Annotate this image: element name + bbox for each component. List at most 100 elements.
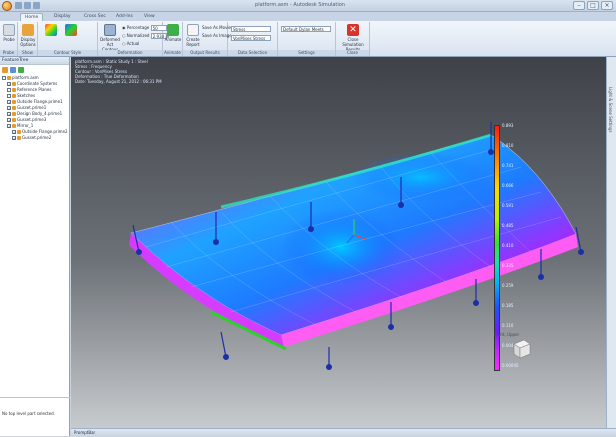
tab-add-ins[interactable]: Add-Ins [112, 13, 137, 21]
normalized-radio[interactable]: ○ Normalized 2.938 in [122, 32, 169, 39]
save-as-movie-button[interactable]: Save As Movie [202, 24, 231, 31]
tree-checkbox[interactable]: ✓ [7, 82, 11, 87]
tree-item[interactable]: ✓ Gusset.prime2 [0, 135, 69, 141]
create-report-button[interactable]: Create Report [182, 24, 204, 49]
maximize-button[interactable]: □ [587, 1, 599, 10]
actual-radio[interactable]: ○ Actual [122, 40, 139, 47]
tree-checkbox[interactable]: ✓ [7, 112, 11, 117]
undo-icon[interactable] [24, 2, 31, 9]
feature-tree-panel: FeatureTree platform.asm ✓ Coordinate Syst… [0, 57, 70, 436]
deformed-contour-button[interactable]: Deformed Act Contour [99, 24, 121, 52]
legend-value: 0.485 [502, 223, 514, 228]
view-cube-icon [513, 339, 531, 359]
group-settings: Default Dylan Meets Settings [278, 22, 336, 56]
legend-value: 0.185 [502, 303, 514, 308]
tree-checkbox[interactable] [7, 88, 11, 92]
part-icon [12, 82, 16, 86]
legend-value: 0.00045 [502, 363, 519, 368]
tree-checkbox[interactable]: ✓ [7, 124, 11, 129]
tab-view[interactable]: View [140, 13, 159, 21]
save-icon[interactable] [15, 2, 22, 9]
group-contour-style: Contour Style [38, 22, 98, 56]
light-scene-tab[interactable]: Light & Scene Settings [608, 87, 613, 133]
legend-value: 0.666 [502, 183, 514, 188]
part-icon [17, 136, 21, 140]
probe-icon [3, 24, 15, 36]
contour-button-2[interactable] [60, 24, 82, 49]
tree-item-label: Gusset.prime2 [22, 135, 52, 140]
legend-value: 0.410 [502, 243, 514, 248]
legend-value: 0.741 [502, 163, 514, 168]
application-menu-button[interactable] [2, 1, 12, 11]
tree-checkbox[interactable]: ✓ [7, 100, 11, 105]
part-icon [12, 106, 16, 110]
tree-filter-icon[interactable] [2, 67, 8, 73]
view-cube[interactable]: Right, Upper [494, 332, 532, 359]
legend-value: 0.810 [502, 143, 514, 148]
feature-tree: platform.asm ✓ Coordinate Systems Reference… [0, 75, 69, 141]
tree-settings-icon[interactable] [18, 67, 24, 73]
ribbon-tabs: Home Display Cross Sec Add-Ins View [0, 12, 616, 21]
part-icon [12, 88, 16, 92]
animate-icon [167, 24, 179, 36]
data-type-select[interactable]: Stress [231, 25, 271, 32]
part-icon [12, 100, 16, 104]
deformed-icon [104, 24, 116, 36]
close-simulation-results-button[interactable]: ✕ Close Simulation Results [342, 24, 364, 52]
tree-checkbox[interactable] [2, 76, 6, 80]
stress-region-cyan [351, 152, 491, 202]
tree-view-icon[interactable] [10, 67, 16, 73]
feature-tree-title: FeatureTree [0, 57, 69, 65]
group-probe: Probe Probe [0, 22, 18, 56]
selection-status: No top level part selected. [2, 411, 55, 416]
close-red-icon: ✕ [347, 24, 359, 36]
group-close: ✕ Close Simulation Results Close [336, 22, 370, 56]
redo-icon[interactable] [33, 2, 40, 9]
component-select[interactable]: VonMises Stress [231, 34, 271, 41]
minimize-button[interactable]: – [573, 1, 585, 10]
3d-viewport[interactable]: platform.asm : Static Study 1 : Steel St… [71, 57, 606, 428]
display-options-icon [22, 24, 34, 36]
right-side-panel[interactable]: Light & Scene Settings [606, 57, 616, 428]
tree-checkbox[interactable]: ✓ [12, 136, 16, 141]
group-deformation: Deformed Act Contour ◉ Percentage 50 ○ N… [98, 22, 169, 56]
fea-model [129, 122, 584, 370]
title-bar: platform.asm - Autodesk Simulation – □ × [0, 0, 616, 12]
tab-display[interactable]: Display [50, 13, 75, 21]
view-cube-label: Right, Upper [494, 332, 520, 337]
feature-tree-toolbar [0, 65, 69, 75]
stress-region-blue [281, 209, 401, 285]
part-icon [7, 76, 11, 80]
quick-access-toolbar [15, 2, 40, 9]
group-data-selection: Stress VonMises Stress Data Selection [228, 22, 278, 56]
panel-divider [0, 397, 70, 398]
ribbon: Probe Probe Display Options Show Contour… [0, 21, 616, 57]
tree-checkbox[interactable]: ✓ [7, 118, 11, 123]
window-title: platform.asm - Autodesk Simulation [255, 2, 345, 8]
display-options-button[interactable]: Display Options [17, 24, 39, 49]
legend-value: 0.335 [502, 263, 514, 268]
settings-select[interactable]: Default Dylan Meets [281, 25, 331, 32]
legend-value: 0.110 [502, 323, 514, 328]
part-icon [12, 112, 16, 116]
tab-home[interactable]: Home [20, 13, 44, 21]
tab-cross-sec[interactable]: Cross Sec [80, 13, 110, 21]
group-output-results: Create Report Save As Movie Save As Imag… [182, 22, 232, 56]
tree-checkbox[interactable]: ✓ [7, 106, 11, 111]
tree-checkbox[interactable]: ✓ [12, 130, 16, 135]
animate-button[interactable]: Animate [162, 24, 184, 49]
legend-value: 0.259 [502, 283, 514, 288]
percentage-radio[interactable]: ◉ Percentage 50 [122, 24, 167, 31]
legend-value: 0.893 [502, 123, 514, 128]
close-window-button[interactable]: × [601, 1, 613, 10]
contour-style-icon [65, 24, 77, 36]
group-show: Display Options Show [18, 22, 38, 56]
prompt-bar: PromptBar [71, 428, 616, 436]
legend-value: 0.591 [502, 203, 514, 208]
group-animate: Animate Animate [163, 22, 183, 56]
tree-checkbox[interactable] [7, 94, 11, 98]
part-icon [12, 124, 16, 128]
contour-icon [45, 24, 57, 36]
report-icon [187, 24, 199, 36]
contour-button-1[interactable] [40, 24, 62, 49]
